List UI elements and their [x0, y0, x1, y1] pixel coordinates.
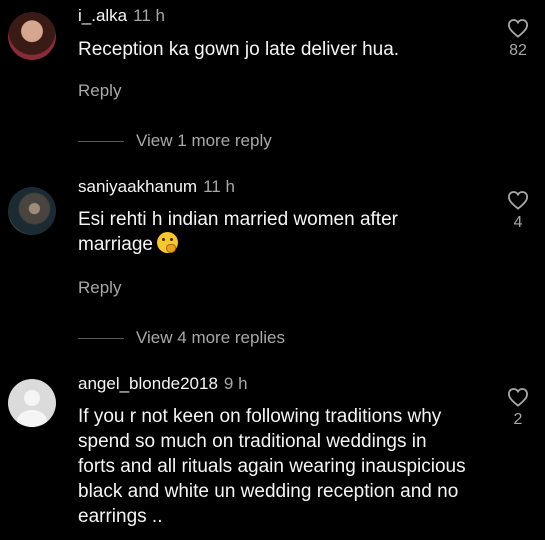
divider-line: [78, 140, 124, 142]
avatar[interactable]: [8, 12, 56, 60]
view-more-replies-label[interactable]: View 1 more reply: [136, 131, 272, 151]
timestamp: 11 h: [203, 177, 235, 196]
username[interactable]: angel_blonde2018: [78, 374, 218, 393]
reply-button[interactable]: Reply: [78, 81, 121, 101]
shushing-face-emoji: [156, 232, 178, 253]
heart-icon: [507, 388, 529, 407]
like-button[interactable]: 82: [500, 18, 536, 60]
comment-header: i_.alka 11 h: [78, 6, 165, 26]
avatar[interactable]: [8, 379, 56, 427]
heart-icon: [507, 191, 529, 210]
timestamp: 11 h: [133, 6, 165, 25]
comment-header: saniyaakhanum 11 h: [78, 177, 235, 197]
username[interactable]: i_.alka: [78, 6, 127, 25]
heart-icon: [507, 19, 529, 38]
like-count: 2: [513, 411, 523, 428]
comment-header: angel_blonde2018 9 h: [78, 374, 248, 394]
view-more-replies-label[interactable]: View 4 more replies: [136, 328, 285, 348]
comment-text: Reception ka gown jo late deliver hua.: [78, 39, 400, 60]
username[interactable]: saniyaakhanum: [78, 177, 197, 196]
divider-line: [78, 337, 124, 339]
like-button[interactable]: 2: [500, 387, 536, 429]
like-count: 82: [509, 42, 527, 59]
avatar[interactable]: [8, 187, 56, 235]
view-more-replies[interactable]: View 1 more reply: [78, 131, 272, 151]
reply-button[interactable]: Reply: [78, 278, 121, 298]
comment-text-body: Esi rehti h indian married women after m…: [78, 209, 398, 255]
default-avatar-icon: [17, 390, 47, 427]
view-more-replies[interactable]: View 4 more replies: [78, 328, 285, 348]
like-count: 4: [513, 214, 523, 231]
like-button[interactable]: 4: [500, 190, 536, 232]
timestamp: 9 h: [223, 374, 248, 393]
comment-text: Esi rehti h indian married women after m…: [78, 207, 463, 257]
comment-text: If you r not keen on following tradition…: [78, 406, 466, 527]
